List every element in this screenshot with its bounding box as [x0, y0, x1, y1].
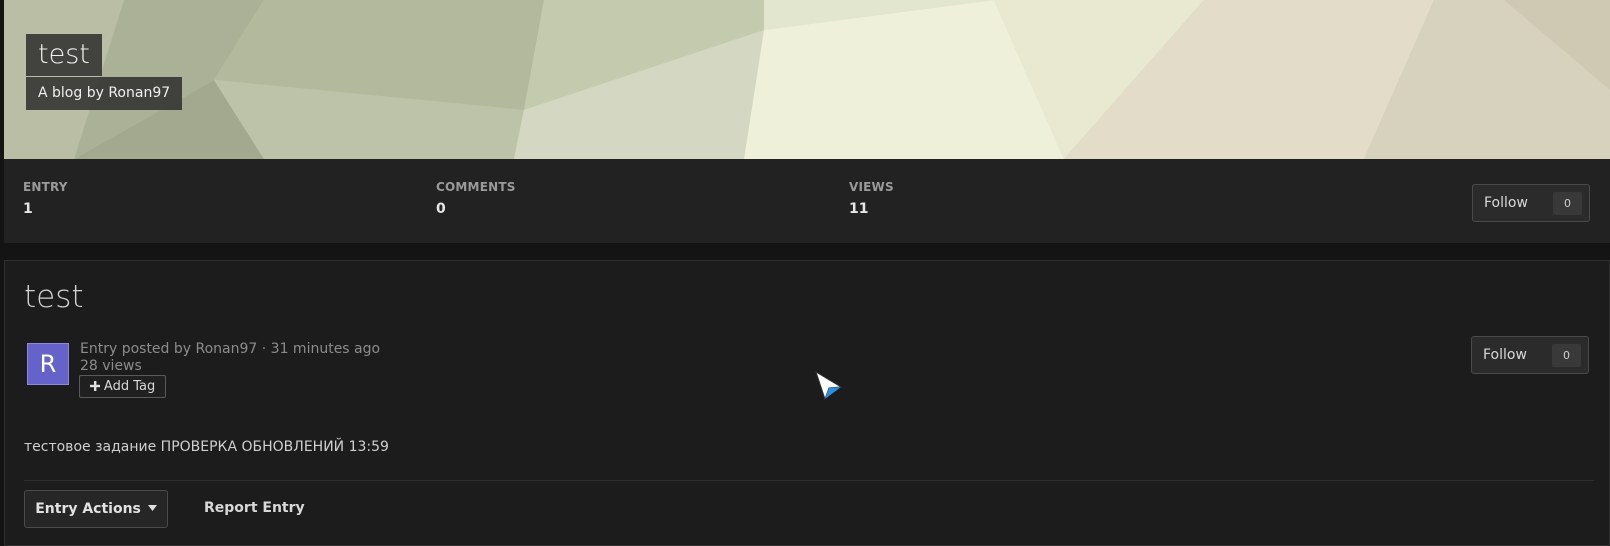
blog-stats-bar: ENTRY 1 COMMENTS 0 VIEWS 11 Follow 0	[4, 159, 1610, 243]
plus-icon	[89, 381, 100, 391]
entry-posted-by: Entry posted by Ronan97 · 31 minutes ago	[80, 341, 381, 357]
follow-blog-label: Follow	[1484, 195, 1528, 211]
stat-entry-value: 1	[23, 201, 33, 217]
follow-entry-count: 0	[1552, 344, 1581, 367]
stat-views: VIEWS 11	[849, 180, 894, 217]
entry-actions-label: Entry Actions	[35, 501, 141, 517]
add-tag-label: Add Tag	[103, 379, 156, 394]
stat-views-label: VIEWS	[849, 180, 894, 194]
stat-views-value: 11	[849, 201, 869, 217]
stat-comments-value: 0	[436, 201, 446, 217]
blog-title: test	[26, 34, 102, 76]
follow-entry-label: Follow	[1483, 347, 1527, 363]
stat-comments: COMMENTS 0	[436, 180, 516, 217]
caret-down-icon	[147, 505, 157, 511]
mouse-cursor-icon	[815, 371, 843, 401]
blog-banner: test A blog by Ronan97	[4, 0, 1610, 159]
report-entry-link[interactable]: Report Entry	[204, 500, 305, 516]
author-avatar[interactable]: R	[27, 343, 69, 385]
entry-divider	[24, 480, 1594, 481]
stat-comments-label: COMMENTS	[436, 180, 516, 194]
blog-subtitle: A blog by Ronan97	[26, 77, 183, 110]
stat-entry: ENTRY 1	[23, 180, 68, 217]
follow-blog-button[interactable]: Follow 0	[1472, 184, 1590, 222]
entry-title: test	[24, 279, 84, 315]
add-tag-button[interactable]: Add Tag	[79, 375, 166, 398]
banner-background-art	[4, 0, 1610, 159]
follow-blog-count: 0	[1553, 192, 1582, 215]
stat-entry-label: ENTRY	[23, 180, 68, 194]
entry-views: 28 views	[80, 358, 142, 374]
entry-actions-button[interactable]: Entry Actions	[24, 490, 168, 528]
entry-panel: test R Entry posted by Ronan97 · 31 minu…	[4, 260, 1610, 546]
entry-body-text: тестовое задание ПРОВЕРКА ОБНОВЛЕНИЙ 13:…	[24, 439, 389, 455]
follow-entry-button[interactable]: Follow 0	[1471, 336, 1589, 374]
